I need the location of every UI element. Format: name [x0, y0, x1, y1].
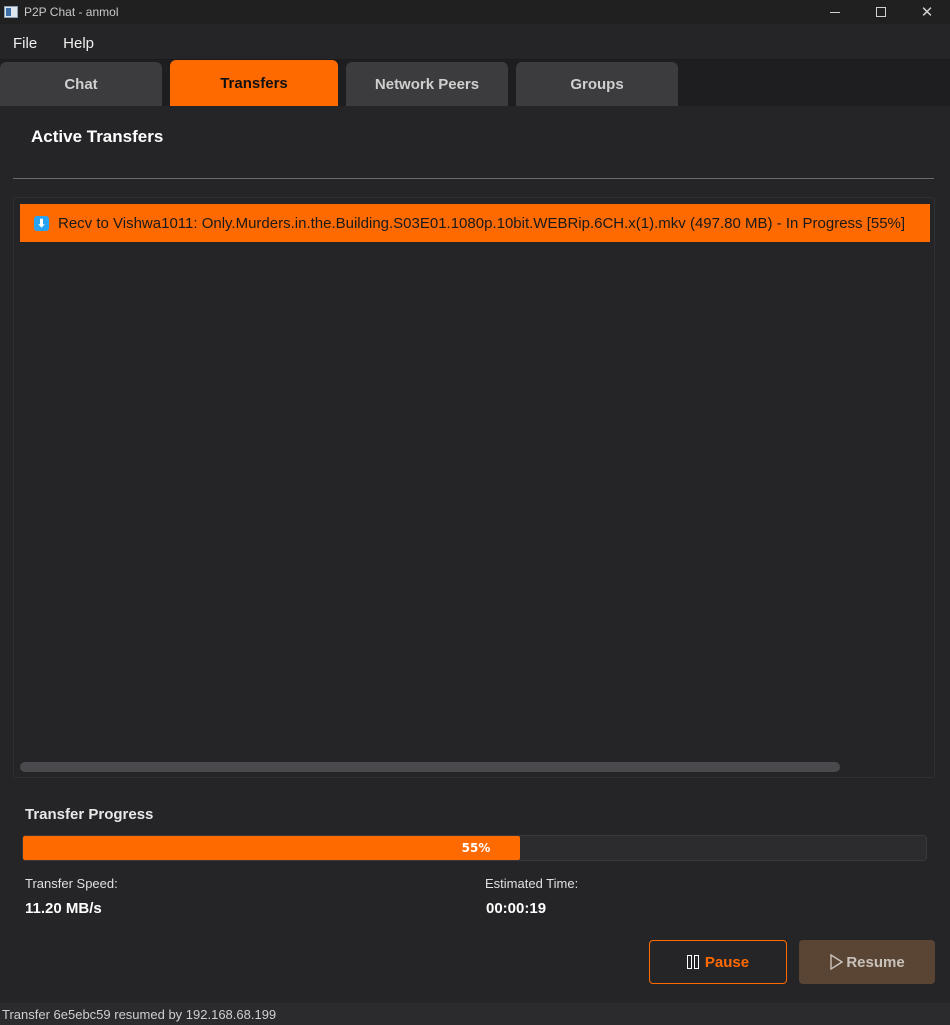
window-controls: ✕ [812, 0, 950, 24]
transfer-progress-bar: 55% [22, 835, 927, 861]
resume-button[interactable]: Resume [799, 940, 935, 984]
maximize-button[interactable] [858, 0, 904, 24]
app-window-icon [4, 6, 18, 18]
minimize-button[interactable] [812, 0, 858, 24]
resume-button-label: Resume [846, 953, 905, 971]
download-arrow-icon: ⬇ [34, 215, 49, 231]
title-bar: P2P Chat - anmol ✕ [0, 0, 950, 24]
eta-value: 00:00:19 [486, 900, 547, 917]
pause-button[interactable]: Pause [649, 940, 787, 984]
menu-help[interactable]: Help [50, 35, 107, 52]
minimize-icon [830, 11, 840, 13]
speed-label: Transfer Speed: [25, 876, 118, 891]
tab-groups[interactable]: Groups [516, 62, 678, 106]
divider [13, 178, 934, 179]
status-bar: Transfer 6e5ebc59 resumed by 192.168.68.… [0, 1003, 950, 1025]
transfer-list[interactable]: ⬇ Recv to Vishwa1011: Only.Murders.in.th… [13, 197, 935, 778]
close-icon: ✕ [920, 2, 934, 21]
status-text: Transfer 6e5ebc59 resumed by 192.168.68.… [2, 1006, 277, 1022]
progress-title: Transfer Progress [25, 806, 154, 823]
page-title: Active Transfers [31, 127, 164, 146]
maximize-icon [876, 7, 886, 17]
progress-percent-label: 55% [461, 841, 491, 855]
eta-label: Estimated Time: [485, 876, 579, 891]
window-title: P2P Chat - anmol [24, 5, 119, 19]
tab-network-peers[interactable]: Network Peers [346, 62, 508, 106]
tab-transfers[interactable]: Transfers [170, 60, 338, 106]
progress-fill [23, 836, 520, 860]
tab-chat[interactable]: Chat [0, 62, 162, 106]
transfer-item-text: Recv to Vishwa1011: Only.Murders.in.the.… [58, 214, 906, 232]
menu-file[interactable]: File [0, 35, 50, 52]
horizontal-scrollbar[interactable] [20, 762, 840, 772]
tab-bar: Chat Transfers Network Peers Groups [0, 60, 950, 106]
close-button[interactable]: ✕ [904, 0, 950, 24]
menu-bar: File Help [0, 28, 950, 60]
speed-value: 11.20 MB/s [25, 900, 102, 917]
transfer-list-item[interactable]: ⬇ Recv to Vishwa1011: Only.Murders.in.th… [20, 204, 930, 242]
pause-button-label: Pause [704, 953, 750, 971]
pause-icon [686, 955, 701, 969]
play-icon [830, 954, 844, 970]
